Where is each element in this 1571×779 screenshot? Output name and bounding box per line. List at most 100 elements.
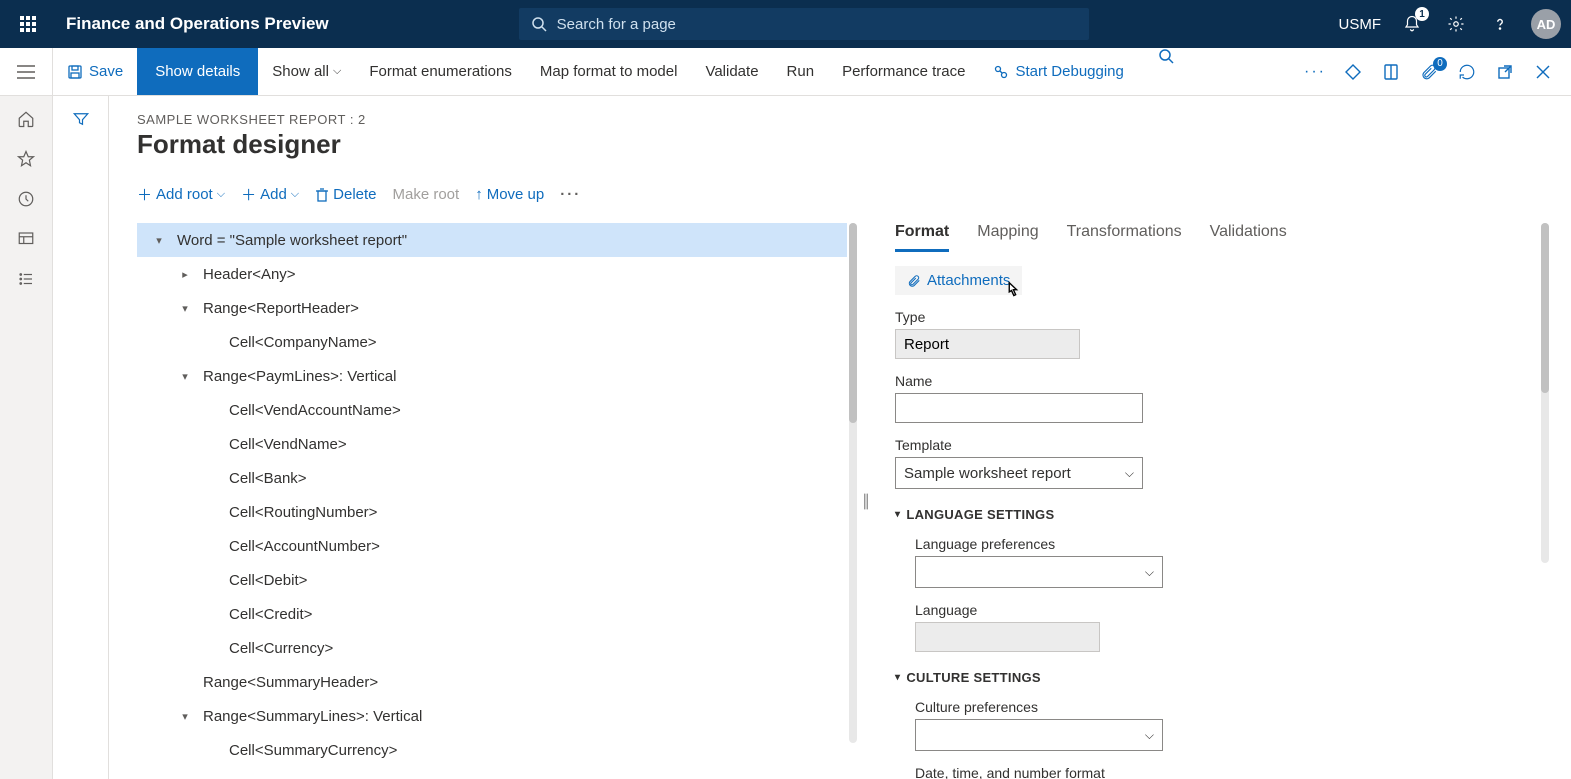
chevron-down-icon: ⌵ <box>291 188 299 201</box>
tree-node[interactable]: Cell<AccountNumber> <box>137 529 847 563</box>
chevron-down-icon: ⌵ <box>217 188 225 201</box>
move-up-button[interactable]: ↑Move up <box>475 186 544 203</box>
home-icon[interactable] <box>17 110 35 128</box>
hamburger-icon[interactable] <box>0 48 53 95</box>
caret-down-icon[interactable] <box>177 302 193 315</box>
avatar[interactable]: AD <box>1531 9 1561 39</box>
search-placeholder: Search for a page <box>557 16 676 33</box>
tree-node-label: Cell<VendName> <box>229 436 347 453</box>
tab-transformations[interactable]: Transformations <box>1067 223 1182 252</box>
tree-node[interactable]: Range<PaymLines>: Vertical <box>137 359 847 393</box>
template-label: Template <box>895 437 1549 453</box>
tree-scrollbar[interactable] <box>849 223 857 743</box>
tree-node[interactable]: Cell<CompanyName> <box>137 325 847 359</box>
caret-down-icon[interactable] <box>151 234 167 247</box>
validate-button[interactable]: Validate <box>691 48 772 95</box>
tree-node[interactable]: Range<SummaryLines>: Vertical <box>137 699 847 733</box>
add-root-button[interactable]: ＋Add root⌵ <box>137 184 225 205</box>
tree-node-label: Word = "Sample worksheet report" <box>177 232 407 249</box>
tree-node-label: Range<ReportHeader> <box>203 300 359 317</box>
legal-entity[interactable]: USMF <box>1339 16 1382 33</box>
save-label: Save <box>89 63 123 80</box>
clock-icon[interactable] <box>17 190 35 208</box>
caret-down-icon[interactable] <box>177 710 193 723</box>
tree-node[interactable]: Cell<VendAccountName> <box>137 393 847 427</box>
tree-node[interactable]: Cell<RoutingNumber> <box>137 495 847 529</box>
culture-preferences-select[interactable]: ⌵ <box>915 719 1163 751</box>
performance-trace-button[interactable]: Performance trace <box>828 48 979 95</box>
modules-icon[interactable] <box>17 270 35 288</box>
tree-node-label: Cell<CompanyName> <box>229 334 377 351</box>
map-format-button[interactable]: Map format to model <box>526 48 692 95</box>
page-icon[interactable] <box>1379 63 1403 81</box>
tree-node-label: Cell<RoutingNumber> <box>229 504 377 521</box>
tree-node[interactable]: Cell<VendName> <box>137 427 847 461</box>
caret-right-icon[interactable] <box>177 268 193 281</box>
tab-mapping[interactable]: Mapping <box>977 223 1038 252</box>
chevron-down-icon: ⌵ <box>1125 466 1134 481</box>
template-select[interactable]: Sample worksheet report⌵ <box>895 457 1143 489</box>
diamond-icon[interactable] <box>1341 63 1365 81</box>
left-rail <box>0 96 53 779</box>
language-preferences-label: Language preferences <box>915 536 1549 552</box>
name-field[interactable] <box>895 393 1143 423</box>
format-enumerations-button[interactable]: Format enumerations <box>355 48 526 95</box>
tree-node[interactable]: Header<Any> <box>137 257 847 291</box>
close-icon[interactable] <box>1531 65 1555 79</box>
workspace-icon[interactable] <box>17 230 35 248</box>
tree-node-label: Range<SummaryLines>: Vertical <box>203 708 422 725</box>
command-bar: Save Show details Show all⌵ Format enume… <box>0 48 1571 96</box>
tab-validations[interactable]: Validations <box>1210 223 1287 252</box>
add-button[interactable]: ＋Add⌵ <box>241 184 299 205</box>
save-button[interactable]: Save <box>53 48 137 95</box>
search-icon-small[interactable] <box>1158 48 1174 95</box>
language-settings-header[interactable]: LANGUAGE SETTINGS <box>895 507 1549 522</box>
tree-node-label: Header<Any> <box>203 266 296 283</box>
more-icon[interactable]: ··· <box>1303 63 1327 81</box>
paperclip-icon <box>907 273 921 289</box>
tree-node-label: Cell<Credit> <box>229 606 312 623</box>
notification-badge: 1 <box>1415 7 1429 21</box>
filter-icon[interactable] <box>72 110 90 779</box>
waffle-icon[interactable] <box>10 6 46 42</box>
language-preferences-select[interactable]: ⌵ <box>915 556 1163 588</box>
delete-button[interactable]: Delete <box>315 186 376 203</box>
bell-icon[interactable]: 1 <box>1399 11 1425 37</box>
caret-down-icon[interactable] <box>177 370 193 383</box>
tree-node-label: Range<PaymLines>: Vertical <box>203 368 396 385</box>
tree-node-label: Cell<Bank> <box>229 470 307 487</box>
tree-node[interactable]: Cell<Credit> <box>137 597 847 631</box>
tree-node[interactable]: Range<ReportHeader> <box>137 291 847 325</box>
show-all-button[interactable]: Show all⌵ <box>258 48 355 95</box>
popout-icon[interactable] <box>1493 64 1517 80</box>
tree-node[interactable]: Cell<Debit> <box>137 563 847 597</box>
culture-settings-header[interactable]: CULTURE SETTINGS <box>895 670 1549 685</box>
refresh-icon[interactable] <box>1455 63 1479 81</box>
save-icon <box>67 64 83 80</box>
tree-node[interactable]: Word = "Sample worksheet report" <box>137 223 847 257</box>
gear-icon[interactable] <box>1443 11 1469 37</box>
tree-node[interactable]: Cell<Currency> <box>137 631 847 665</box>
type-label: Type <box>895 309 1549 325</box>
global-search[interactable]: Search for a page <box>519 8 1089 40</box>
splitter[interactable]: ∥ <box>861 223 871 779</box>
page-title: Format designer <box>137 129 1549 160</box>
attachments-icon[interactable]: 0 <box>1417 63 1441 81</box>
run-button[interactable]: Run <box>773 48 829 95</box>
breadcrumb: SAMPLE WORKSHEET REPORT : 2 <box>137 112 1549 127</box>
tree-node[interactable]: Cell<Bank> <box>137 461 847 495</box>
tree-node[interactable]: Cell<SummaryCurrency> <box>137 733 847 767</box>
panel-scrollbar[interactable] <box>1541 223 1549 563</box>
tree-node[interactable]: Range<SummaryHeader> <box>137 665 847 699</box>
overflow-button[interactable]: ··· <box>560 186 581 203</box>
tree-node-label: Cell<AccountNumber> <box>229 538 380 555</box>
star-icon[interactable] <box>17 150 35 168</box>
tab-format[interactable]: Format <box>895 223 949 252</box>
attachments-button[interactable]: Attachments <box>895 266 1022 295</box>
main-content: SAMPLE WORKSHEET REPORT : 2 Format desig… <box>109 96 1571 779</box>
show-details-button[interactable]: Show details <box>137 48 258 95</box>
chevron-down-icon: ⌵ <box>1145 728 1154 743</box>
start-debugging-button[interactable]: Start Debugging <box>979 48 1137 95</box>
app-title: Finance and Operations Preview <box>46 14 329 34</box>
help-icon[interactable] <box>1487 11 1513 37</box>
